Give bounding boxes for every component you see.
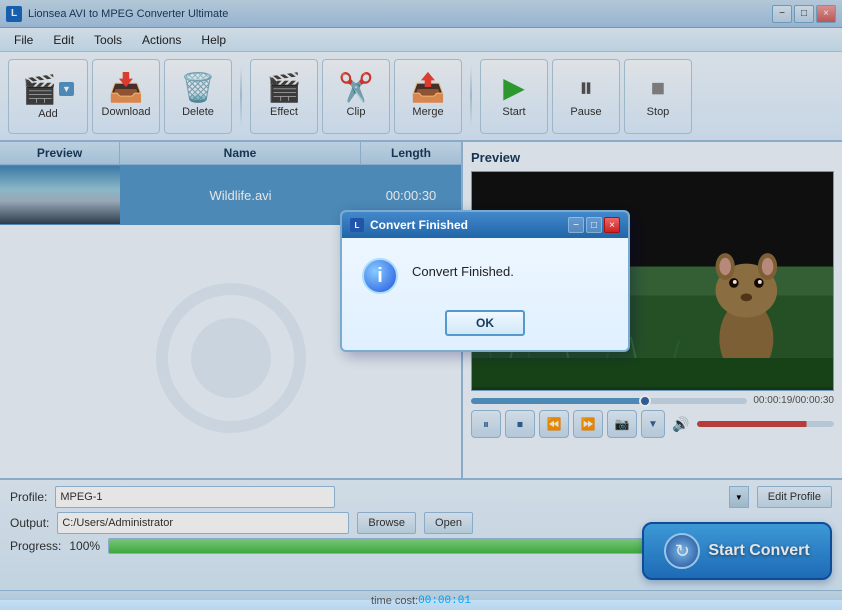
modal-footer: OK [342, 310, 628, 350]
modal-message: Convert Finished. [412, 258, 514, 279]
modal-minimize-btn[interactable]: − [568, 217, 584, 233]
modal-title: Convert Finished [370, 218, 468, 232]
modal-win-controls: − □ × [568, 217, 620, 233]
modal-close-button[interactable]: × [604, 217, 620, 233]
modal-titlebar: L Convert Finished − □ × [342, 212, 628, 238]
modal-app-icon: L [350, 218, 364, 232]
ok-button[interactable]: OK [445, 310, 525, 336]
modal-body: i Convert Finished. [342, 238, 628, 310]
convert-finished-dialog: L Convert Finished − □ × i Convert Finis… [340, 210, 630, 352]
modal-info-icon: i [362, 258, 398, 294]
modal-maximize-btn[interactable]: □ [586, 217, 602, 233]
modal-overlay: L Convert Finished − □ × i Convert Finis… [0, 0, 842, 600]
